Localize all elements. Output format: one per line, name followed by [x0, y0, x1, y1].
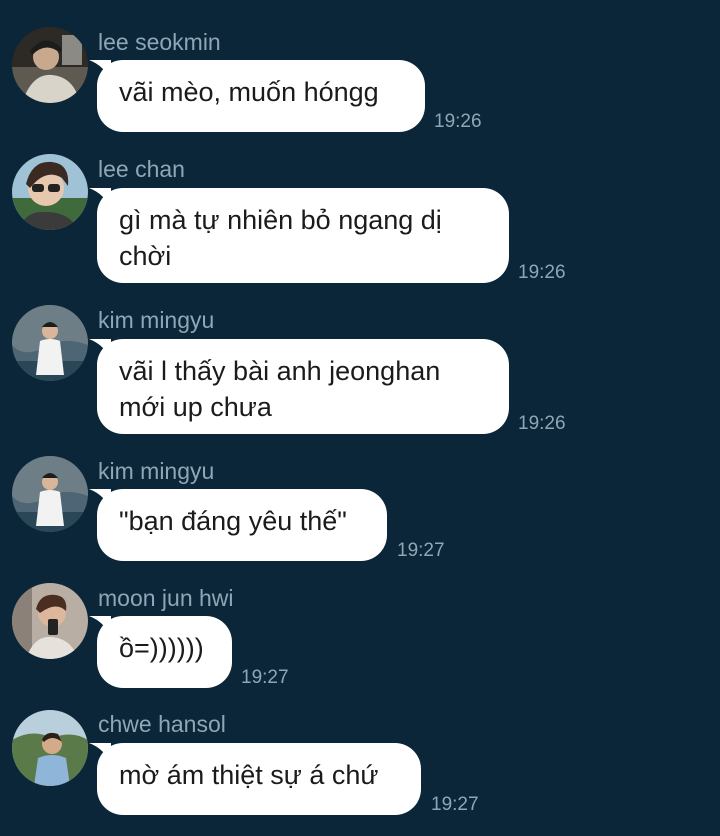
message-text: gì mà tự nhiên bỏ ngang dị chời	[119, 205, 442, 271]
avatar[interactable]	[12, 154, 88, 230]
message-bubble[interactable]: gì mà tự nhiên bỏ ngang dị chời	[89, 188, 509, 283]
message-bubble[interactable]: mờ ám thiệt sự á chứ	[89, 743, 421, 815]
message-timestamp: 19:26	[518, 413, 566, 434]
message-text: "bạn đáng yêu thế"	[119, 506, 347, 536]
sender-name: chwe hansol	[98, 711, 226, 737]
avatar[interactable]	[12, 710, 88, 786]
sender-name: lee seokmin	[98, 29, 221, 55]
bubble-tail	[89, 60, 111, 82]
message-text: vãi l thấy bài anh jeonghan mới up chưa	[119, 356, 441, 422]
avatar[interactable]	[12, 583, 88, 659]
bubble-tail	[89, 616, 111, 638]
avatar[interactable]	[12, 27, 88, 103]
sender-name: kim mingyu	[98, 458, 215, 484]
message-bubble[interactable]: ồ=))))))	[89, 616, 232, 688]
sender-name: lee chan	[98, 156, 185, 182]
message-timestamp: 19:26	[434, 111, 482, 132]
bubble-tail	[89, 489, 111, 511]
bubble-tail	[89, 188, 111, 210]
message-timestamp: 19:27	[241, 667, 289, 688]
avatar[interactable]	[12, 305, 88, 381]
message-bubble[interactable]: vãi mèo, muốn hóngg	[89, 60, 425, 132]
message-bubble[interactable]: vãi l thấy bài anh jeonghan mới up chưa	[89, 339, 509, 434]
message-timestamp: 19:27	[397, 540, 445, 561]
message-text: ồ=))))))	[119, 633, 204, 663]
sender-name: moon jun hwi	[98, 585, 234, 611]
message-text: vãi mèo, muốn hóngg	[119, 77, 379, 107]
sender-name: kim mingyu	[98, 307, 215, 333]
bubble-tail	[89, 339, 111, 361]
message-bubble[interactable]: "bạn đáng yêu thế"	[89, 489, 387, 561]
message-text: mờ ám thiệt sự á chứ	[119, 760, 379, 790]
bubble-tail	[89, 743, 111, 765]
message-timestamp: 19:27	[431, 794, 479, 815]
message-timestamp: 19:26	[518, 262, 566, 283]
avatar[interactable]	[12, 456, 88, 532]
